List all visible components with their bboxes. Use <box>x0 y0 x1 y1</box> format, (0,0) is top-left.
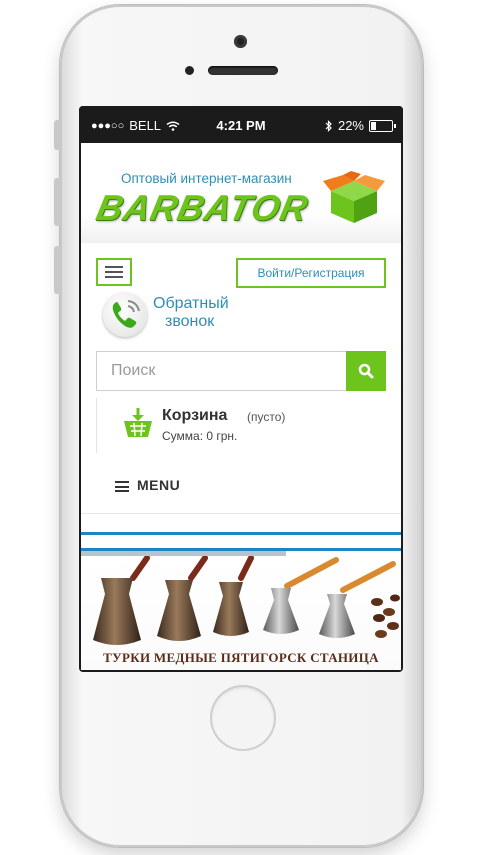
callback-line2: звонок <box>165 313 215 330</box>
cart-block[interactable]: Корзина (пусто) Сумма: 0 грн. <box>96 398 387 453</box>
volume-down-button <box>54 246 61 294</box>
web-page: Оптовый интернет-магазин BARBATOR Войти/… <box>81 143 401 670</box>
menu-label: MENU <box>137 477 181 493</box>
box-logo-icon <box>323 171 385 223</box>
search-button[interactable] <box>346 351 386 391</box>
front-camera <box>234 35 247 48</box>
cart-sum: Сумма: 0 грн. <box>162 429 238 443</box>
site-header: Оптовый интернет-магазин BARBATOR <box>81 143 401 243</box>
login-register-button[interactable]: Войти/Регистрация <box>236 258 386 288</box>
status-bar: ●●●○○ BELL 4:21 PM 22% <box>79 106 403 143</box>
search-form <box>96 351 386 391</box>
battery-percent: 22% <box>337 118 364 133</box>
volume-up-button <box>54 178 61 226</box>
bluetooth-icon <box>325 119 332 132</box>
cart-icon <box>124 408 152 437</box>
search-icon <box>358 363 374 379</box>
phone-screen: ●●●○○ BELL 4:21 PM 22% Оптовый интернет-… <box>79 106 403 672</box>
phone-call-icon <box>103 293 147 337</box>
cart-title: Корзина <box>162 407 228 424</box>
divider-line <box>81 532 401 535</box>
mute-switch <box>54 120 61 150</box>
callback-link[interactable]: Обратный звонок <box>103 293 313 338</box>
main-menu-toggle[interactable]: MENU <box>81 458 401 514</box>
hamburger-menu-button[interactable] <box>96 258 132 286</box>
callback-line1: Обратный <box>153 295 229 312</box>
earpiece-speaker <box>208 66 278 75</box>
promo-banner[interactable]: ТУРКИ МЕДНЫЕ ПЯТИГОРСК СТАНИЦА <box>81 556 401 670</box>
home-button[interactable] <box>210 685 276 751</box>
banner-caption: ТУРКИ МЕДНЫЕ ПЯТИГОРСК СТАНИЦА <box>103 650 379 665</box>
menu-bars-icon <box>115 481 129 492</box>
copper-turks-image <box>93 556 400 645</box>
battery-icon <box>369 119 396 132</box>
site-tagline: Оптовый интернет-магазин <box>121 171 292 186</box>
proximity-sensor <box>185 66 194 75</box>
site-logo[interactable]: BARBATOR <box>93 187 312 229</box>
cart-status: (пусто) <box>247 410 286 424</box>
search-input[interactable] <box>96 351 346 391</box>
